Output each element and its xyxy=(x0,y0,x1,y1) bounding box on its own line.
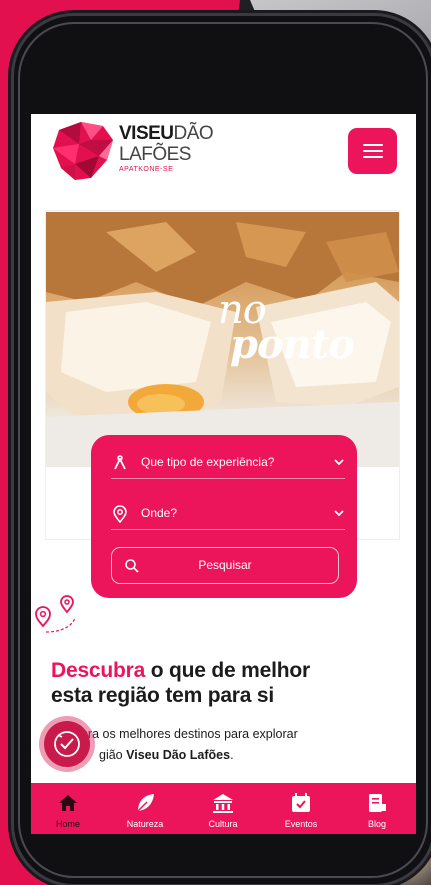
discover-text-suffix: . xyxy=(230,748,234,762)
map-pins-icon xyxy=(35,595,76,633)
brand-name-line1: VISEUDÃO xyxy=(119,123,214,144)
nav-item-cultura[interactable]: Cultura xyxy=(188,783,258,834)
brand-name-line2: LAFÕES xyxy=(119,144,191,165)
chevron-down-icon xyxy=(334,510,344,517)
discover-title: Descubra o que de melhor esta região tem… xyxy=(51,658,310,708)
menu-button[interactable] xyxy=(348,128,397,174)
leaf-icon xyxy=(136,794,154,813)
brand-tagline: APATKONE-SE xyxy=(119,166,174,173)
home-icon xyxy=(59,795,77,811)
discover-title-accent: Descubra xyxy=(51,659,146,682)
bottom-navigation: Home Natureza Cultura Eventos Blog xyxy=(31,783,416,834)
nav-label-cultura: Cultura xyxy=(208,819,238,829)
nav-item-eventos[interactable]: Eventos xyxy=(266,783,336,834)
nav-label-natureza: Natureza xyxy=(126,819,164,829)
location-pin-icon xyxy=(113,505,127,523)
chevron-down-icon xyxy=(334,459,344,466)
experience-select-label: Que tipo de experiência? xyxy=(141,455,275,469)
calendar-icon xyxy=(292,793,310,812)
discover-title-line2: esta região tem para si xyxy=(51,684,275,707)
brand-dao: DÃO xyxy=(173,123,214,144)
location-select-label: Onde? xyxy=(141,506,178,520)
search-button-label: Pesquisar xyxy=(198,558,252,572)
discover-description: ubra os melhores destinos para explorar … xyxy=(51,724,381,766)
nav-label-home: Home xyxy=(55,819,80,829)
hero-title-line2: ponto xyxy=(230,321,355,368)
nav-label-blog: Blog xyxy=(367,819,386,829)
discover-text-bold: Viseu Dão Lafões xyxy=(126,748,231,762)
discover-title-rest: o que de melhor xyxy=(145,659,310,682)
search-panel: Que tipo de experiência? Onde? Pesquisar xyxy=(91,435,357,598)
search-button[interactable]: Pesquisar xyxy=(111,547,339,584)
route-icon xyxy=(114,455,126,470)
blog-icon xyxy=(369,794,386,812)
app-screen: VISEUDÃO LAFÕES APATKONE-SE no ponto Que… xyxy=(31,114,416,834)
nav-label-eventos: Eventos xyxy=(284,819,318,829)
nav-item-home[interactable]: Home xyxy=(33,783,103,834)
logo-icon xyxy=(53,122,113,180)
experience-select[interactable]: Que tipo de experiência? xyxy=(111,451,345,479)
accessibility-badge[interactable] xyxy=(44,721,90,767)
nav-item-blog[interactable]: Blog xyxy=(342,783,412,834)
location-select[interactable]: Onde? xyxy=(111,502,345,530)
brand-viseu: VISEU xyxy=(119,123,174,144)
check-badge-icon xyxy=(54,731,80,757)
nav-item-natureza[interactable]: Natureza xyxy=(110,783,180,834)
museum-icon xyxy=(213,794,233,813)
